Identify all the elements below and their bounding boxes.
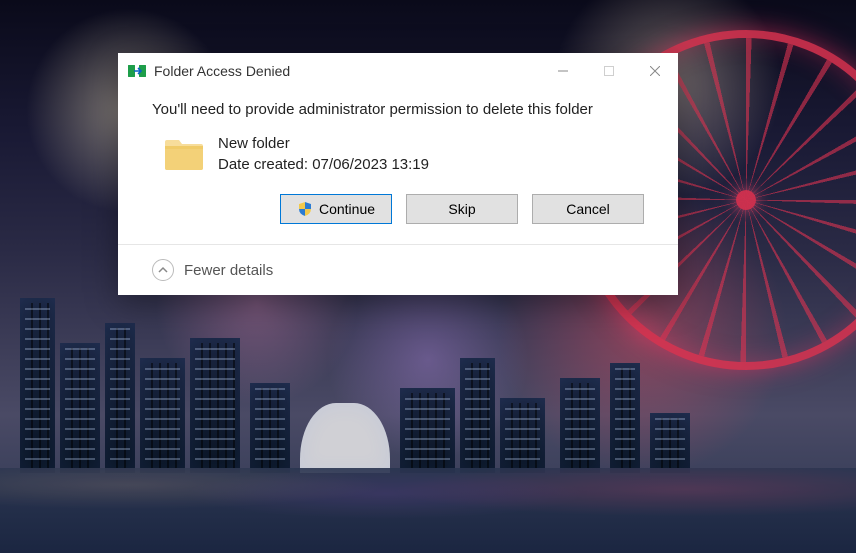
cancel-button[interactable]: Cancel xyxy=(532,194,644,224)
button-row: Continue Skip Cancel xyxy=(152,194,644,224)
details-toggle[interactable]: Fewer details xyxy=(118,244,678,295)
folder-access-denied-dialog: Folder Access Denied You'll need to prov… xyxy=(118,53,678,295)
dialog-title: Folder Access Denied xyxy=(154,63,540,79)
skip-button-label: Skip xyxy=(448,201,475,217)
file-operation-icon xyxy=(128,63,146,79)
continue-button[interactable]: Continue xyxy=(280,194,392,224)
chevron-up-icon xyxy=(152,259,174,281)
close-button[interactable] xyxy=(632,53,678,89)
details-toggle-label: Fewer details xyxy=(184,262,273,279)
minimize-button[interactable] xyxy=(540,53,586,89)
window-controls xyxy=(540,53,678,89)
uac-shield-icon xyxy=(297,201,313,217)
folder-name: New folder xyxy=(218,133,429,154)
maximize-button[interactable] xyxy=(586,53,632,89)
continue-button-label: Continue xyxy=(319,201,375,217)
skip-button[interactable]: Skip xyxy=(406,194,518,224)
folder-icon xyxy=(162,132,206,176)
folder-date-created: Date created: 07/06/2023 13:19 xyxy=(218,154,429,175)
dialog-body: You'll need to provide administrator per… xyxy=(118,89,678,244)
permission-message: You'll need to provide administrator per… xyxy=(152,101,644,118)
titlebar[interactable]: Folder Access Denied xyxy=(118,53,678,89)
folder-info-row: New folder Date created: 07/06/2023 13:1… xyxy=(152,132,644,176)
cancel-button-label: Cancel xyxy=(566,201,610,217)
